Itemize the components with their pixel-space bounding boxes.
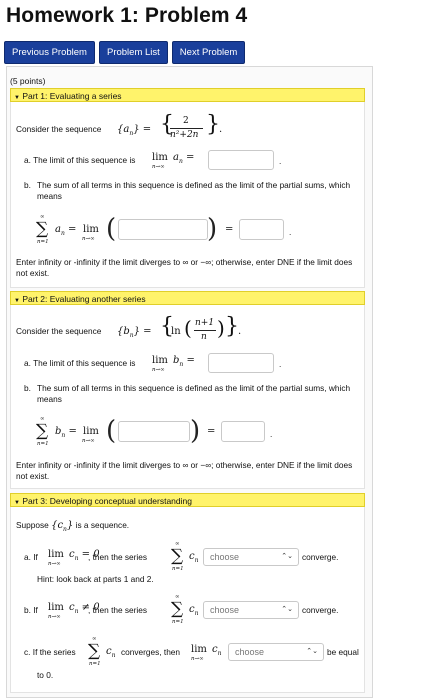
part3-a-series: ∞ ∑ n=1 cn xyxy=(171,541,199,572)
part3-b-choose-select[interactable]: choose ⌃⌄ xyxy=(203,601,299,619)
updown-chevron-icon: ⌃⌄ xyxy=(306,648,318,655)
part2-header-label: Part 2: Evaluating another series xyxy=(22,294,146,304)
part1-a-limit: lim n→∞ an = xyxy=(152,152,195,170)
part2-a-answer-input[interactable] xyxy=(208,353,274,373)
part3-b-series: ∞ ∑ n=1 cn xyxy=(171,594,199,625)
part2-b-partial-sum-input[interactable] xyxy=(118,421,190,442)
part3-b-select-value: choose xyxy=(210,605,240,615)
part2-header[interactable]: ▼ Part 2: Evaluating another series xyxy=(10,291,365,305)
part3-a-label: a. xyxy=(24,552,31,562)
part3-b-mid: , then the series xyxy=(88,605,148,615)
part3-c-mid: converges, then xyxy=(121,647,181,657)
part1-note: Enter infinity or -infinity if the limit… xyxy=(16,257,353,278)
problem-list-button[interactable]: Problem List xyxy=(98,41,168,64)
part1-b-text: The sum of all terms in this sequence is… xyxy=(37,180,351,201)
part3-a-mid: , then the series xyxy=(88,552,148,562)
part2-sequence-formula: {bn} = { ln ( n+1 n ) } . xyxy=(117,314,242,342)
triangle-down-icon: ▼ xyxy=(14,95,20,101)
part3-b-if: If xyxy=(33,605,38,615)
part3-b-end: converge. xyxy=(302,605,339,615)
part3-hint: Hint: look back at parts 1 and 2. xyxy=(37,574,154,584)
triangle-down-icon: ▼ xyxy=(14,298,20,304)
page-title: Homework 1: Problem 4 xyxy=(6,4,248,27)
part3-a-select-value: choose xyxy=(210,552,240,562)
part2-a-text: The limit of this sequence is xyxy=(33,358,136,368)
part3-header-label: Part 3: Developing conceptual understand… xyxy=(22,496,192,506)
part1-a-text: The limit of this sequence is xyxy=(33,155,136,165)
previous-problem-button[interactable]: Previous Problem xyxy=(4,41,95,64)
part2-b-label: b. xyxy=(24,383,31,393)
part3-a-if: If xyxy=(33,552,38,562)
part3-header[interactable]: ▼ Part 3: Developing conceptual understa… xyxy=(10,493,365,507)
triangle-down-icon: ▼ xyxy=(14,500,20,506)
part1-header-label: Part 1: Evaluating a series xyxy=(22,91,122,101)
part3-c-label: c. xyxy=(24,647,31,657)
part3-c-end2: to 0. xyxy=(37,670,54,680)
part1-sequence-formula: {an} = { 2 n²+2n } . xyxy=(117,112,223,140)
part2-note: Enter infinity or -infinity if the limit… xyxy=(16,460,353,481)
part2-b-sum-answer-input[interactable] xyxy=(221,421,265,442)
part3-c-pre: If the series xyxy=(32,647,76,657)
part1-b-sum-answer-input[interactable] xyxy=(239,219,284,240)
part3-c-series: ∞ ∑ n=1 cn xyxy=(88,636,116,667)
next-problem-button[interactable]: Next Problem xyxy=(171,41,246,64)
part1-intro: Consider the sequence xyxy=(16,124,102,134)
part2-a-label: a. xyxy=(24,358,31,368)
part2-intro: Consider the sequence xyxy=(16,326,102,336)
part3-c-end: be equal xyxy=(327,647,359,657)
part3-intro-post: is a sequence. xyxy=(75,520,130,530)
part1-header[interactable]: ▼ Part 1: Evaluating a series xyxy=(10,88,365,102)
part3-a-end: converge. xyxy=(302,552,339,562)
part1-b-partial-sum-input[interactable] xyxy=(118,219,208,240)
part2-b-text: The sum of all terms in this sequence is… xyxy=(37,383,351,404)
part3-c-choose-select[interactable]: choose ⌃⌄ xyxy=(228,643,324,661)
part2-a-limit: lim n→∞ bn = xyxy=(152,355,195,373)
part3-c-limit: lim n→∞ cn xyxy=(191,644,222,662)
updown-chevron-icon: ⌃⌄ xyxy=(281,553,293,560)
part3-intro-pre: Suppose xyxy=(16,520,49,530)
part3-a-choose-select[interactable]: choose ⌃⌄ xyxy=(203,548,299,566)
points-label: (5 points) xyxy=(10,76,46,86)
part3-b-label: b. xyxy=(24,605,31,615)
part1-a-label: a. xyxy=(24,155,31,165)
updown-chevron-icon: ⌃⌄ xyxy=(281,606,293,613)
problem-nav: Previous Problem Problem List Next Probl… xyxy=(4,41,246,64)
part1-a-answer-input[interactable] xyxy=(208,150,274,170)
part3-c-select-value: choose xyxy=(235,647,265,657)
part1-b-label: b. xyxy=(24,180,31,190)
